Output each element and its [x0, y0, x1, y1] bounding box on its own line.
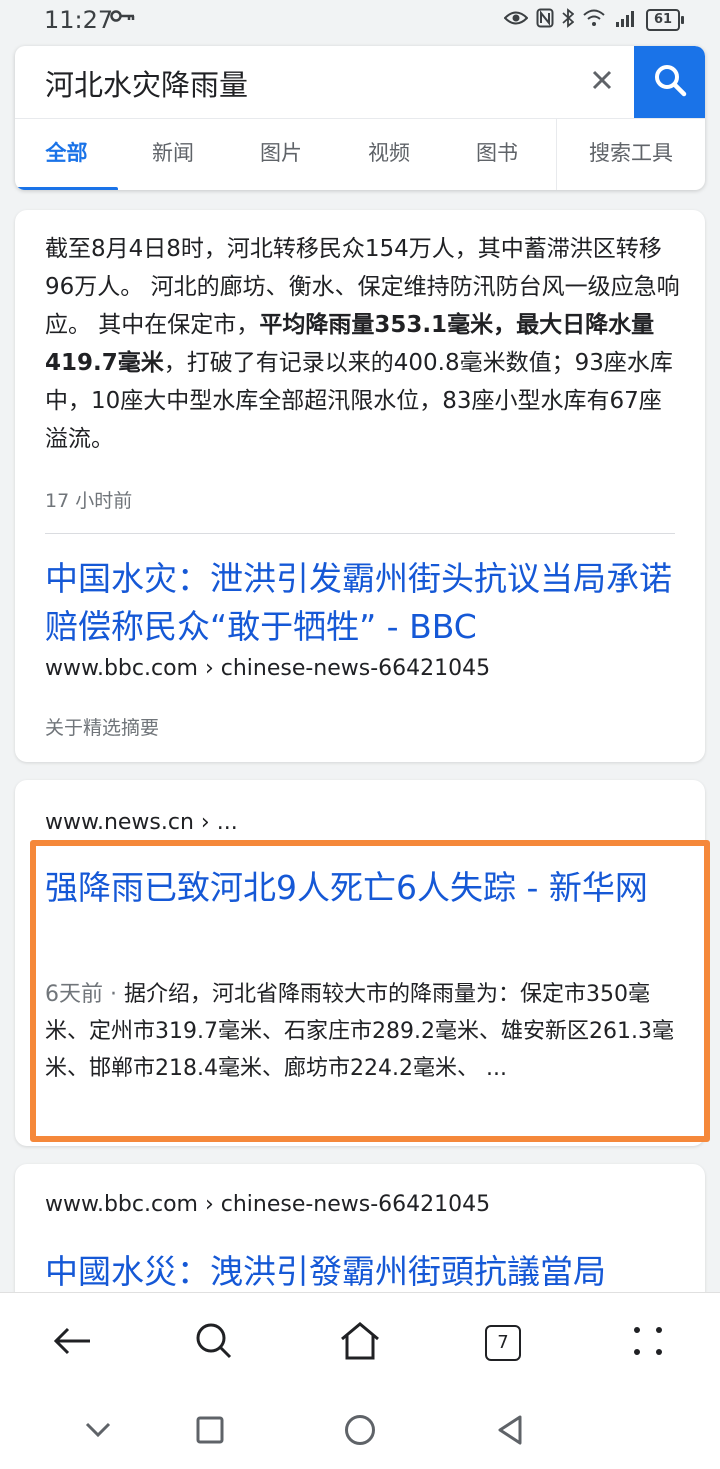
result-separator: · — [103, 982, 124, 1007]
search-icon — [653, 63, 687, 101]
result-card-xinhua: www.news.cn › ... 强降雨已致河北9人死亡6人失踪 - 新华网 … — [15, 780, 705, 1146]
eye-icon — [503, 9, 529, 31]
featured-url[interactable]: www.bbc.com › chinese-news-66421045 — [45, 656, 490, 681]
tab-active-indicator — [15, 187, 118, 190]
tab-count: 7 — [485, 1325, 521, 1361]
nfc-icon — [536, 8, 554, 32]
search-toolbar-button[interactable] — [184, 1315, 244, 1371]
result-snippet-text: 据介绍，河北省降雨较大市的降雨量为：保定市350毫米、定州市319.7毫米、石家… — [45, 982, 674, 1081]
featured-snippet-text: 截至8月4日8时，河北转移民众154万人，其中蓄滞洪区转移96万人。 河北的廊坊… — [45, 230, 680, 458]
search-card: 河北水灾降雨量 全部 新闻 图片 视频 图书 搜索工具 — [15, 46, 705, 190]
featured-divider — [45, 533, 675, 534]
about-featured-snippets-link[interactable]: 关于精选摘要 — [45, 713, 159, 740]
back-button[interactable] — [42, 1315, 102, 1371]
square-icon — [196, 1416, 224, 1448]
result-age: 6天前 — [45, 982, 103, 1007]
close-icon — [591, 69, 613, 95]
nav-recents-button[interactable] — [188, 1410, 232, 1454]
status-time: 11:27 — [44, 6, 114, 34]
home-icon — [339, 1321, 381, 1365]
battery-indicator: 61 — [646, 9, 684, 31]
search-tabs: 全部 新闻 图片 视频 图书 搜索工具 — [15, 118, 705, 190]
home-button[interactable] — [330, 1315, 390, 1371]
tab-search-tools[interactable]: 搜索工具 — [571, 119, 691, 190]
search-input[interactable]: 河北水灾降雨量 — [45, 62, 248, 104]
tab-all[interactable]: 全部 — [15, 119, 118, 190]
system-navigation-bar — [0, 1392, 720, 1469]
chevron-down-icon — [85, 1422, 111, 1442]
featured-age: 17 小时前 — [45, 490, 133, 512]
search-icon — [194, 1321, 234, 1365]
search-button[interactable] — [634, 46, 705, 118]
result-snippet: 6天前 · 据介绍，河北省降雨较大市的降雨量为：保定市350毫米、定州市319.… — [45, 976, 685, 1087]
result-title-link[interactable]: 强降雨已致河北9人死亡6人失踪 - 新华网 — [45, 864, 680, 912]
nav-collapse-button[interactable] — [76, 1410, 120, 1454]
circle-icon — [344, 1414, 376, 1450]
tab-divider — [556, 119, 557, 190]
result-title-link[interactable]: 中國水災：洩洪引發霸州街頭抗議當局 — [45, 1248, 680, 1296]
result-url[interactable]: www.news.cn › ... — [45, 810, 238, 835]
tab-images[interactable]: 图片 — [231, 119, 331, 190]
arrow-left-icon — [52, 1325, 92, 1361]
nav-back-button[interactable] — [488, 1410, 532, 1454]
result-url[interactable]: www.bbc.com › chinese-news-66421045 — [45, 1192, 490, 1217]
menu-button[interactable] — [618, 1315, 678, 1371]
nav-home-button[interactable] — [338, 1410, 382, 1454]
tab-videos[interactable]: 视频 — [339, 119, 439, 190]
dots-menu-icon — [632, 1325, 664, 1361]
browser-toolbar: 7 — [0, 1292, 720, 1393]
featured-snippet-card: 截至8月4日8时，河北转移民众154万人，其中蓄滞洪区转移96万人。 河北的廊坊… — [15, 210, 705, 762]
wifi-icon — [582, 9, 606, 31]
triangle-back-icon — [496, 1414, 524, 1450]
status-icons: 61 — [503, 8, 684, 32]
clear-button[interactable] — [580, 60, 624, 104]
tab-news[interactable]: 新闻 — [123, 119, 223, 190]
featured-title-link[interactable]: 中国水灾：泄洪引发霸州街头抗议当局承诺赔偿称民众“敢于牺牲” - BBC — [45, 555, 680, 651]
signal-icon — [614, 8, 638, 32]
tab-books[interactable]: 图书 — [447, 119, 547, 190]
tabs-button[interactable]: 7 — [473, 1315, 533, 1371]
search-bar: 河北水灾降雨量 — [15, 46, 705, 118]
status-bar: 11:27 61 — [0, 0, 720, 44]
bluetooth-icon — [562, 8, 575, 32]
key-icon — [110, 8, 136, 28]
